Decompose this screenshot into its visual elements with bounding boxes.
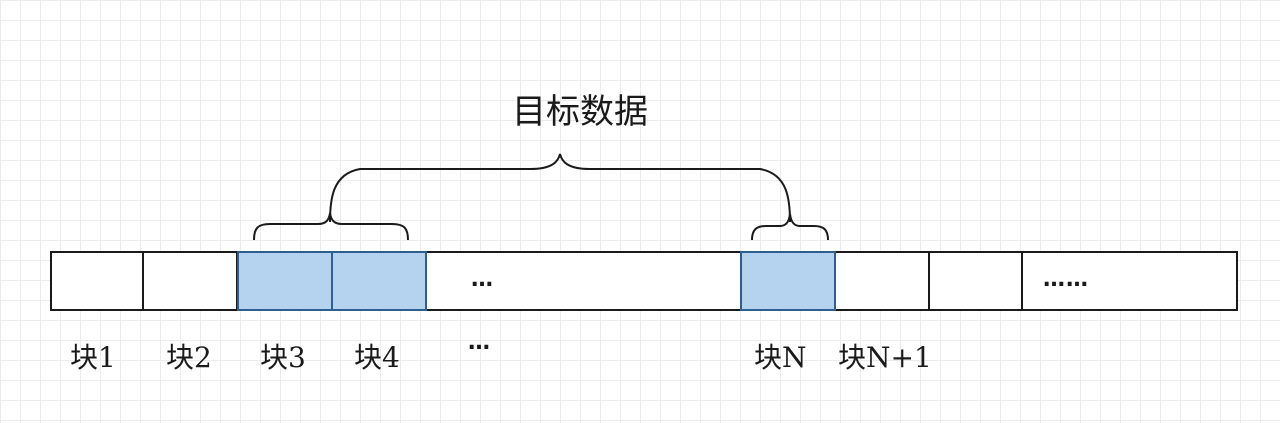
label-block-n-plus-1: 块N+1 xyxy=(838,341,932,374)
block-n-brace xyxy=(751,213,829,241)
label-block-4: 块4 xyxy=(354,341,400,374)
label-ellipsis: … xyxy=(468,330,490,355)
bar-ellipsis-long: …… xyxy=(1043,267,1089,292)
label-block-2: 块2 xyxy=(166,341,212,374)
block-cell-n xyxy=(740,251,836,311)
block-cell-3 xyxy=(237,251,333,311)
label-block-1: 块1 xyxy=(70,341,116,374)
block-cell-next xyxy=(928,251,1023,311)
target-data-brace xyxy=(329,153,791,223)
block-cell-n-plus-1 xyxy=(834,251,930,311)
block-cell-4 xyxy=(331,251,427,311)
block-cell-2 xyxy=(142,251,238,311)
block-cell-tail: …… xyxy=(1021,251,1238,311)
label-block-n: 块N xyxy=(754,341,807,374)
block-bar: … …… xyxy=(50,251,1238,311)
bar-ellipsis: … xyxy=(471,267,494,292)
blocks-3-4-brace xyxy=(253,212,409,241)
block-cell-ellipsis: … xyxy=(425,251,742,311)
label-block-3: 块3 xyxy=(260,341,306,374)
block-cell-1 xyxy=(50,251,144,311)
diagram-canvas: 目标数据 … …… 块1 块2 块3 块4 … 块N 块N+1 xyxy=(0,0,1280,423)
